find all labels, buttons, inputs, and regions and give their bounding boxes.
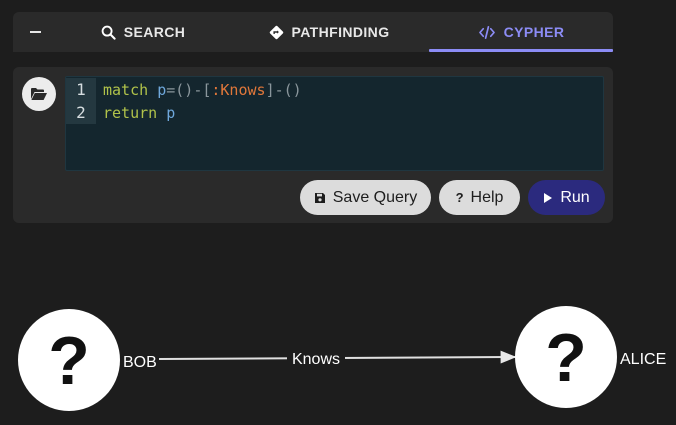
graph-canvas[interactable]: Knows ? BOB ? ALICE: [0, 290, 676, 425]
tab-cypher[interactable]: CYPHER: [429, 12, 613, 52]
help-icon: ?: [455, 190, 464, 205]
variable: p: [166, 103, 176, 122]
operator: =: [166, 80, 176, 99]
relationship-open: -[: [193, 80, 212, 99]
edge-label: Knows: [292, 351, 340, 368]
tab-pathfinding[interactable]: PATHFINDING: [229, 12, 429, 52]
node-unknown-icon: ?: [545, 320, 587, 396]
minus-icon: [29, 31, 41, 33]
line-number: 1: [66, 78, 96, 101]
code-line: match p=()-[:Knows]-(): [96, 81, 302, 99]
cypher-panel: 1 match p=()-[:Knows]-() 2 return p Save…: [13, 67, 613, 223]
tab-cypher-label: CYPHER: [503, 24, 565, 40]
line-number: 2: [66, 101, 96, 124]
code-icon: [478, 25, 495, 39]
relationship-dash: -: [274, 80, 284, 99]
cypher-editor[interactable]: 1 match p=()-[:Knows]-() 2 return p: [65, 76, 604, 171]
help-label: Help: [470, 188, 504, 206]
run-label: Run: [560, 188, 590, 206]
run-button[interactable]: Run: [528, 180, 605, 215]
relationship-close: ]: [265, 80, 275, 99]
keyword: match: [103, 80, 149, 99]
editor-line: 2 return p: [66, 101, 603, 124]
tab-pathfinding-label: PATHFINDING: [291, 24, 390, 40]
node-unknown-icon: ?: [48, 323, 90, 399]
search-icon: [101, 25, 116, 40]
help-button[interactable]: ? Help: [439, 180, 520, 215]
editor-line: 1 match p=()-[:Knows]-(): [66, 78, 603, 101]
node-label: ALICE: [620, 351, 666, 368]
graph-node-alice[interactable]: ?: [515, 306, 617, 408]
graph-node-bob[interactable]: ?: [18, 309, 120, 411]
tab-bar: SEARCH PATHFINDING CYPHER: [13, 12, 613, 52]
node-label: BOB: [123, 354, 157, 371]
variable: p: [157, 80, 167, 99]
play-icon: [544, 192, 553, 203]
save-query-label: Save Query: [332, 188, 418, 206]
keyword: return: [103, 103, 158, 122]
save-icon: [314, 192, 325, 203]
folder-open-icon: [31, 88, 47, 100]
pathfinding-icon: [269, 25, 283, 39]
save-query-button[interactable]: Save Query: [300, 180, 431, 215]
node-pattern: (): [175, 80, 194, 99]
relationship-type: Knows: [220, 80, 266, 99]
code-line: return p: [96, 104, 175, 122]
node-pattern: (): [283, 80, 302, 99]
tab-search[interactable]: SEARCH: [57, 12, 229, 52]
collapse-button[interactable]: [13, 12, 57, 52]
load-query-button[interactable]: [22, 77, 56, 111]
tab-search-label: SEARCH: [123, 24, 186, 40]
